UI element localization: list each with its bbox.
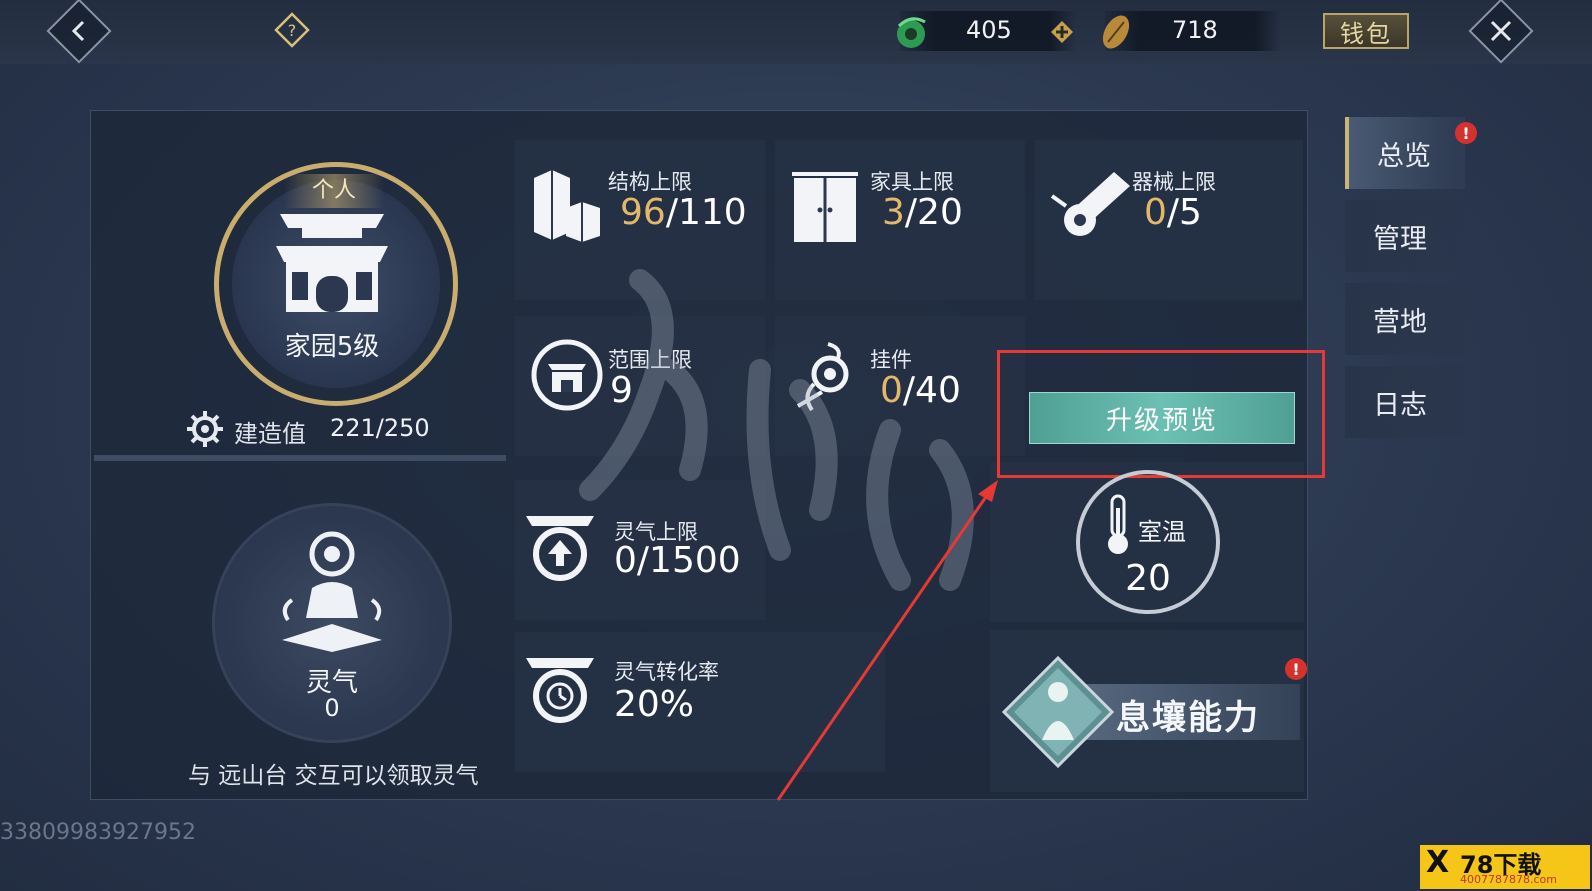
highlight-box (997, 350, 1325, 478)
cannon-icon (1050, 166, 1134, 238)
structure-max: /110 (665, 192, 747, 233)
left-divider (94, 455, 506, 461)
ability-emblem-icon (1001, 655, 1115, 769)
tab-camp[interactable]: 营地 (1345, 283, 1465, 355)
ability-label[interactable]: 息壤能力 (1116, 690, 1260, 739)
tab-manage[interactable]: 管理 (1345, 200, 1465, 272)
player-id: 33809983927952 (0, 820, 196, 845)
site-watermark-logo: X 78下载 4007787878.com (1420, 845, 1590, 889)
svg-text:?: ? (288, 21, 297, 40)
home-type-tag: 个人 (284, 174, 384, 208)
temperature-value: 20 (1125, 558, 1171, 599)
furniture-value: 3/20 (882, 192, 963, 233)
home-level-label: 家园5级 (284, 332, 380, 362)
furniture-current: 3 (882, 192, 905, 233)
thermometer-icon (1100, 494, 1136, 556)
help-button[interactable]: ? (274, 12, 310, 48)
build-value: 221/250 (330, 414, 430, 442)
plus-icon (1051, 21, 1073, 43)
overview-alert-icon: ! (1455, 122, 1477, 144)
furniture-max: /20 (904, 192, 963, 233)
watermark-url: 4007787878.com (1460, 873, 1557, 886)
watermark-x-icon: X (1426, 845, 1450, 880)
structure-current: 96 (620, 192, 666, 233)
close-button[interactable] (1468, 0, 1534, 64)
aura-value: 0 (324, 694, 340, 722)
aura-rate-value: 20% (614, 684, 695, 725)
temperature-label: 室温 (1138, 518, 1186, 546)
jade-currency-value: 405 (966, 16, 1012, 44)
shell-coin-icon (1096, 10, 1136, 54)
ability-alert-icon: ! (1285, 658, 1307, 680)
tab-log[interactable]: 日志 (1345, 366, 1465, 438)
structure-value: 96/110 (620, 192, 747, 233)
machine-value: 0/5 (1144, 192, 1202, 233)
wallet-button[interactable]: 钱包 (1323, 13, 1409, 49)
aura-incense-icon (272, 528, 392, 658)
close-icon (1490, 20, 1512, 42)
add-currency-button[interactable] (1050, 20, 1074, 44)
build-value-label: 建造值 (234, 420, 306, 448)
pointer-arrow (770, 470, 1010, 810)
jade-coin-icon (891, 12, 931, 52)
help-icon: ? (274, 12, 310, 48)
shell-currency-value: 718 (1172, 16, 1218, 44)
machine-max: /5 (1166, 192, 1202, 233)
house-icon (272, 206, 392, 316)
aura-rate-icon (522, 652, 598, 726)
build-gear-icon (186, 410, 224, 448)
aura-rate-label: 灵气转化率 (614, 660, 719, 684)
tab-overview[interactable]: 总览 (1345, 117, 1465, 189)
machine-current: 0 (1144, 192, 1167, 233)
aura-hint-text: 与 远山台 交互可以领取灵气 (188, 763, 479, 789)
back-arrow-icon (71, 20, 85, 42)
back-button[interactable] (46, 0, 112, 64)
wardrobe-icon (790, 166, 860, 242)
structure-blocks-icon (530, 166, 602, 242)
